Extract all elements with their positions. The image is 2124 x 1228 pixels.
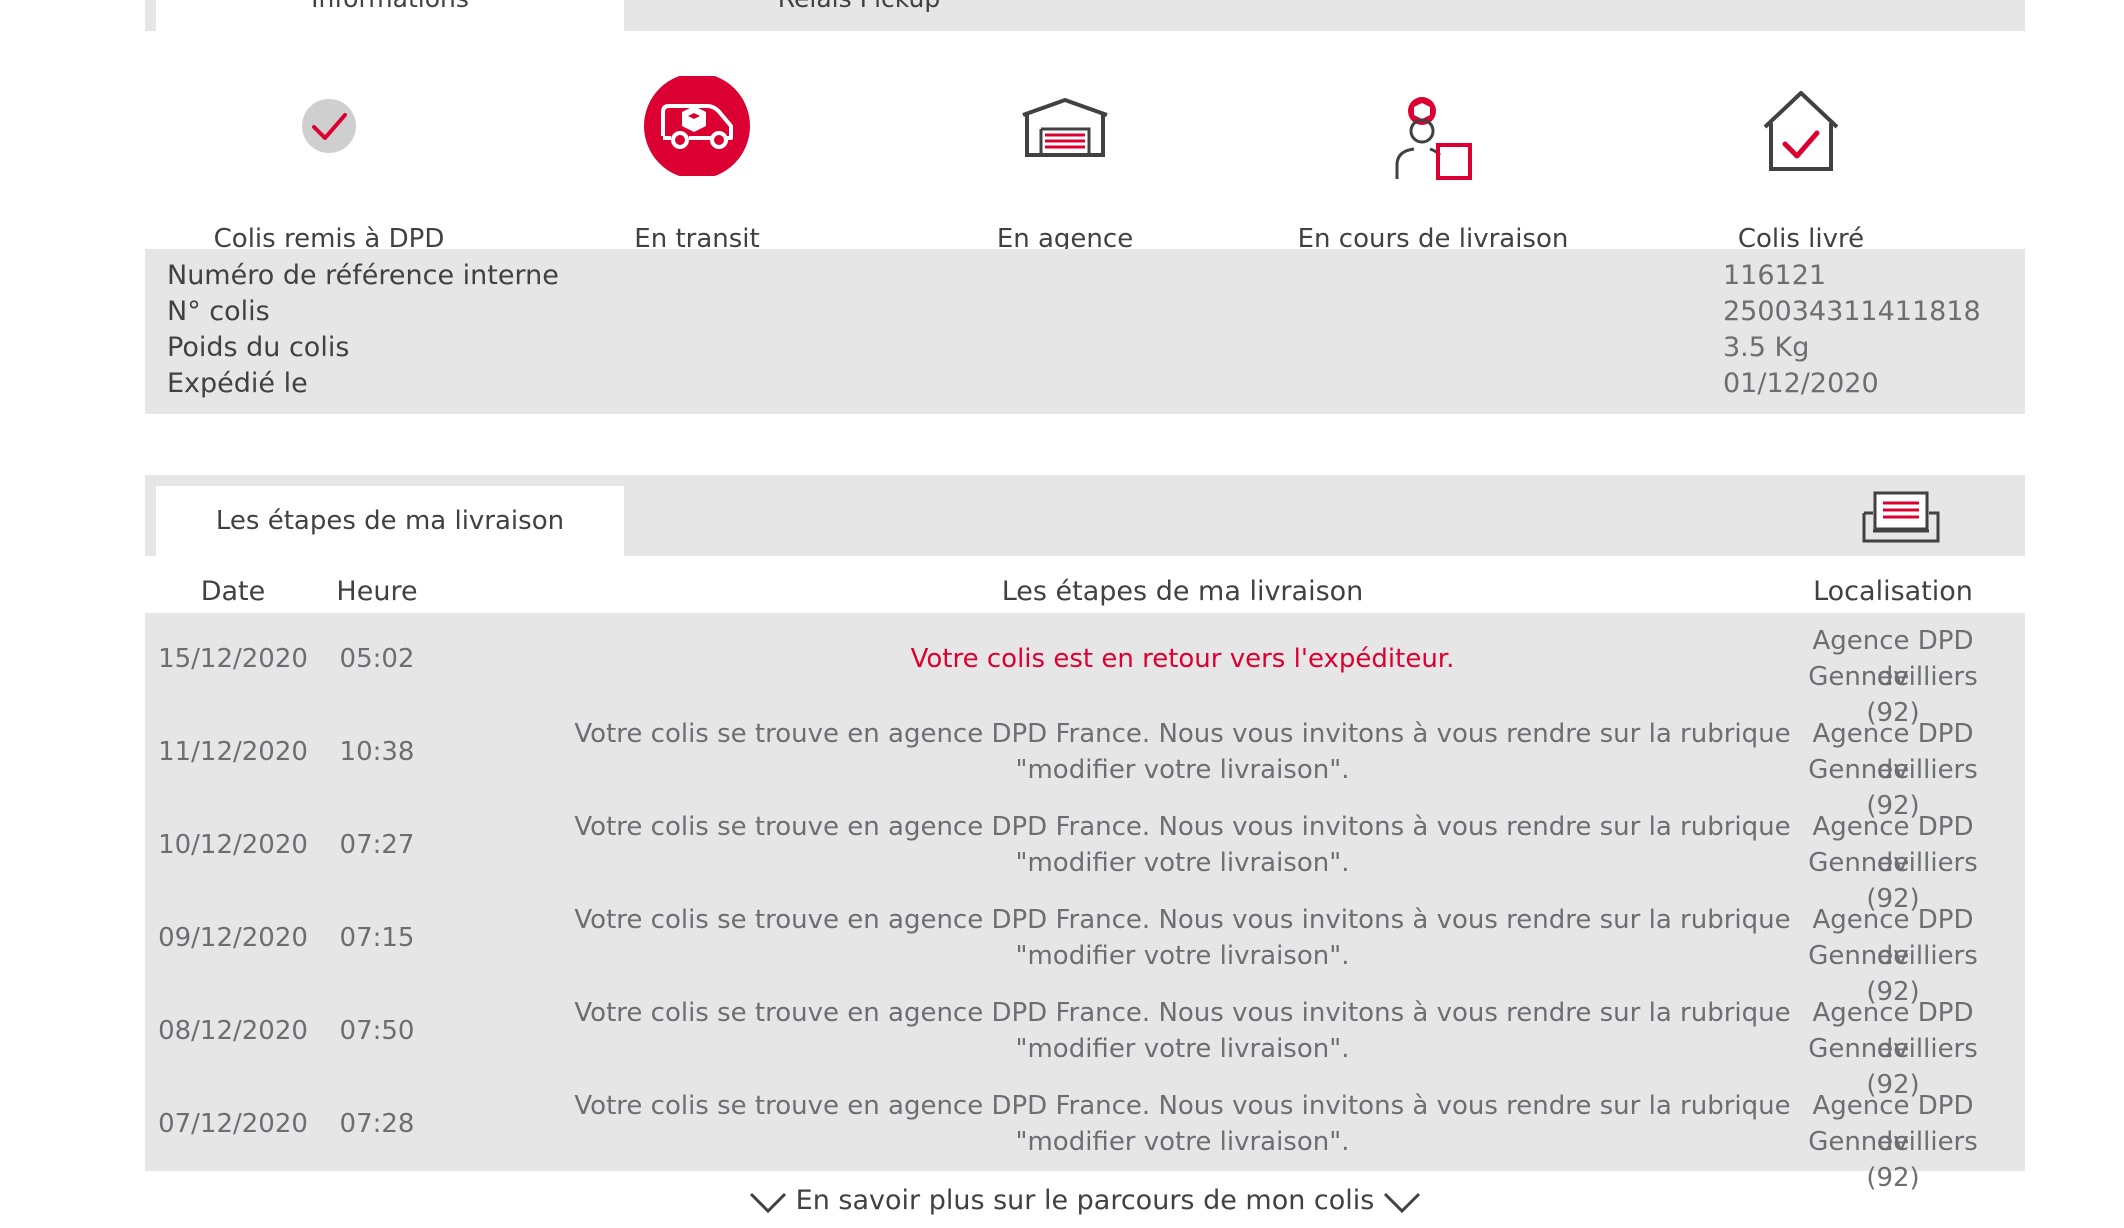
info-label: Numéro de référence interne [167, 260, 559, 291]
row-hour: 10:38 [339, 737, 415, 767]
row-description-line1: Votre colis se trouve en agence DPD Fran… [574, 1091, 1791, 1121]
tab-informations-label: Informations [311, 0, 469, 13]
row-description-line1: Votre colis se trouve en agence DPD Fran… [574, 812, 1791, 842]
top-tabs: Informations Relais Pickup [145, 0, 2025, 31]
more-details-link[interactable]: En savoir plus sur le parcours de mon co… [145, 1185, 2025, 1216]
tab-relais-label: Relais Pickup [778, 0, 940, 13]
delivery-steps: Colis remis à DPD En transit En agence E… [145, 31, 2025, 254]
tracking-page: Informations Relais Pickup Colis remis à… [145, 0, 2025, 1216]
tab-informations[interactable]: Informations [156, 0, 624, 31]
table-header: Date Heure Les étapes de ma livraison Lo… [145, 556, 2025, 613]
row-hour: 07:50 [339, 1016, 415, 1046]
van-icon [641, 73, 753, 180]
info-value: 116121 [1723, 260, 1827, 291]
row-description-line1: Votre colis se trouve en agence DPD Fran… [574, 905, 1791, 935]
row-date: 08/12/2020 [158, 1016, 308, 1046]
info-value: 3.5 Kg [1723, 332, 1810, 363]
table-row: 08/12/2020 07:50 Votre colis se trouve e… [145, 985, 2025, 1100]
row-date: 10/12/2020 [158, 830, 308, 860]
row-date: 09/12/2020 [158, 923, 308, 953]
chevron-down-icon [1383, 1185, 1421, 1216]
column-location: Localisation [1813, 576, 1973, 607]
info-label: N° colis [167, 296, 270, 327]
row-date: 11/12/2020 [158, 737, 308, 767]
row-description-line1: Votre colis se trouve en agence DPD Fran… [574, 998, 1791, 1028]
house-check-icon [1761, 89, 1841, 177]
parcel-info: Numéro de référence interne 116121 N° co… [145, 249, 2025, 414]
info-row-poids: Poids du colis 3.5 Kg [156, 332, 2025, 368]
info-row-colis: N° colis 250034311411818 [156, 296, 2025, 332]
info-label: Poids du colis [167, 332, 350, 363]
tab-relais-pickup[interactable]: Relais Pickup [624, 0, 1094, 31]
row-description-line2: "modifier votre livraison". [1015, 848, 1350, 878]
row-description-line2: "modifier votre livraison". [1015, 1034, 1350, 1064]
row-description-line1: Votre colis se trouve en agence DPD Fran… [574, 719, 1791, 749]
info-value: 250034311411818 [1723, 296, 1981, 327]
row-hour: 07:27 [339, 830, 415, 860]
info-row-expedie: Expédié le 01/12/2020 [156, 368, 2025, 404]
tab-etapes[interactable]: Les étapes de ma livraison [156, 486, 624, 556]
row-description-line2: "modifier votre livraison". [1015, 941, 1350, 971]
etapes-header: Les étapes de ma livraison [145, 475, 2025, 556]
row-hour: 07:15 [339, 923, 415, 953]
column-hour: Heure [336, 576, 418, 607]
row-description: Votre colis est en retour vers l'expédit… [910, 644, 1455, 674]
row-description-line2: "modifier votre livraison". [1015, 755, 1350, 785]
info-label: Expédié le [167, 368, 308, 399]
row-description-line2: "modifier votre livraison". [1015, 1127, 1350, 1157]
column-date: Date [200, 576, 266, 607]
table-row: 11/12/2020 10:38 Votre colis se trouve e… [145, 706, 2025, 821]
info-row-reference: Numéro de référence interne 116121 [156, 260, 2025, 296]
column-description: Les étapes de ma livraison [1001, 576, 1364, 607]
row-hour: 05:02 [339, 644, 415, 674]
courier-icon [1392, 93, 1474, 189]
table-row: 07/12/2020 07:28 Votre colis se trouve e… [145, 1078, 2025, 1193]
row-date: 07/12/2020 [158, 1109, 308, 1139]
more-details-label: En savoir plus sur le parcours de mon co… [795, 1185, 1375, 1216]
info-value: 01/12/2020 [1723, 368, 1879, 399]
check-circle-icon [300, 97, 358, 159]
table-row: 15/12/2020 05:02 Votre colis est en reto… [145, 613, 2025, 728]
row-hour: 07:28 [339, 1109, 415, 1139]
table-body: 15/12/2020 05:02 Votre colis est en reto… [145, 613, 2025, 1193]
row-date: 15/12/2020 [158, 644, 308, 674]
chevron-down-icon [749, 1185, 787, 1216]
print-icon[interactable] [1861, 491, 1941, 549]
table-row: 10/12/2020 07:27 Votre colis se trouve e… [145, 799, 2025, 914]
table-row: 09/12/2020 07:15 Votre colis se trouve e… [145, 892, 2025, 1007]
depot-icon [1019, 97, 1111, 163]
